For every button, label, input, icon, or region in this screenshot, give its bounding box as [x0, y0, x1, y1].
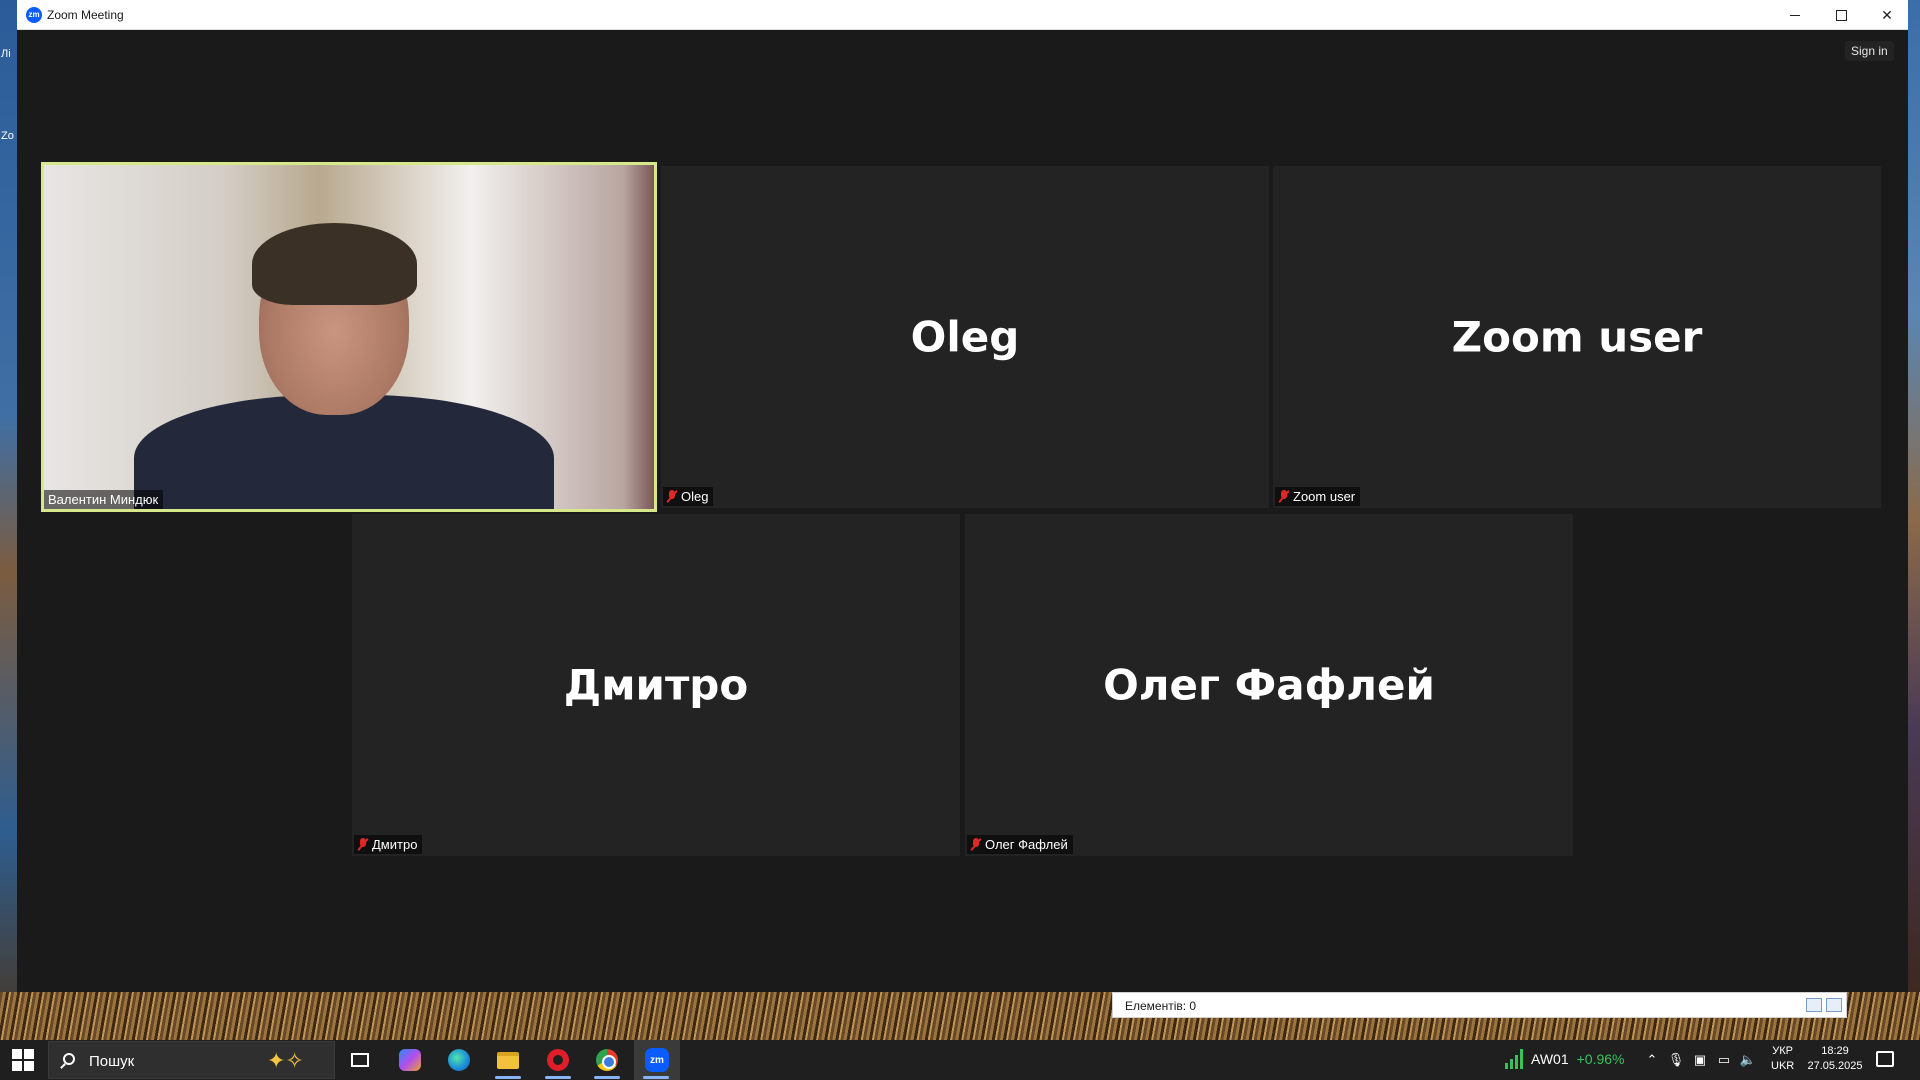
details-view-button[interactable] [1806, 998, 1822, 1012]
chrome-button[interactable] [585, 1040, 629, 1080]
system-tray: ⌃ 🎙 ▣ ▭ 🔈 [1645, 1040, 1757, 1080]
task-view-icon [351, 1053, 369, 1067]
copilot-button[interactable] [388, 1040, 432, 1080]
copilot-icon [399, 1049, 421, 1071]
mic-muted-icon [1279, 490, 1289, 503]
windows-taskbar: Пошук ✦✧ zm AW01 +0.96% ⌃ 🎙 ▣ ▭ 🔈 УКР UK… [0, 1040, 1920, 1080]
video-person-hair [252, 223, 417, 305]
clock[interactable]: 18:29 27.05.2025 [1805, 1044, 1865, 1074]
participant-name-label: Валентин Миндюк [44, 490, 164, 509]
tiles-view-button[interactable] [1826, 998, 1842, 1012]
participant-name-label: Дмитро [354, 835, 423, 854]
zoom-meeting-window: zm Zoom Meeting ✕ Sign in Валентин Миндю… [17, 0, 1908, 992]
file-explorer-button[interactable] [486, 1040, 530, 1080]
participant-tile-video[interactable]: Валентин Миндюк [41, 162, 657, 512]
participant-display-name: Олег Фафлей [1103, 660, 1435, 710]
chrome-icon [596, 1049, 618, 1071]
search-icon [63, 1053, 75, 1065]
folder-icon [497, 1051, 519, 1069]
microphone-icon[interactable]: 🎙 [1668, 1052, 1685, 1067]
participant-name-label: Zoom user [1275, 487, 1361, 506]
opera-icon [547, 1049, 569, 1071]
desktop-right-edge [1908, 0, 1920, 1040]
stock-change: +0.96% [1576, 1051, 1625, 1067]
camera-icon[interactable]: ▣ [1693, 1052, 1707, 1067]
maximize-button[interactable] [1818, 0, 1864, 30]
file-explorer-status-bar: Елементів: 0 [1112, 992, 1847, 1018]
participant-tile[interactable]: Oleg Oleg [661, 166, 1269, 508]
window-title: Zoom Meeting [47, 8, 124, 22]
desktop-left-edge: Лі Zo [0, 0, 17, 1040]
edge-icon [448, 1049, 470, 1071]
participant-name-label: Олег Фафлей [967, 835, 1073, 854]
mic-muted-icon [667, 490, 677, 503]
mic-muted-icon [971, 838, 981, 851]
start-button[interactable] [8, 1048, 38, 1072]
minimize-icon [1790, 14, 1800, 16]
stock-chart-icon [1505, 1049, 1523, 1069]
minimize-button[interactable] [1772, 0, 1818, 30]
close-icon: ✕ [1881, 6, 1893, 23]
search-placeholder: Пошук [89, 1053, 135, 1070]
title-bar[interactable]: zm Zoom Meeting ✕ [17, 0, 1908, 30]
participant-display-name: Дмитро [563, 660, 749, 710]
search-highlight-icon: ✦✧ [267, 1048, 304, 1073]
participant-display-name: Oleg [910, 312, 1020, 362]
taskbar-search-box[interactable]: Пошук ✦✧ [48, 1041, 335, 1079]
participant-display-name: Zoom user [1451, 312, 1703, 362]
participant-tile[interactable]: Олег Фафлей Олег Фафлей [965, 514, 1573, 856]
language-indicator[interactable]: УКР UKR [1771, 1044, 1794, 1074]
edge-button[interactable] [437, 1040, 481, 1080]
clock-date: 27.05.2025 [1807, 1060, 1863, 1072]
maximize-icon [1835, 9, 1847, 21]
chevron-up-icon[interactable]: ⌃ [1645, 1052, 1659, 1067]
participant-tile[interactable]: Zoom user Zoom user [1273, 166, 1881, 508]
stock-ticker: AW01 [1531, 1051, 1569, 1067]
participant-tile[interactable]: Дмитро Дмитро [352, 514, 960, 856]
opera-button[interactable] [536, 1040, 580, 1080]
volume-icon[interactable]: 🔈 [1740, 1052, 1756, 1067]
mic-muted-icon [358, 838, 368, 851]
sign-in-button[interactable]: Sign in [1845, 41, 1894, 61]
participant-name-label: Oleg [663, 487, 714, 506]
stock-widget[interactable]: AW01 +0.96% [1505, 1049, 1624, 1069]
zoom-icon: zm [645, 1048, 669, 1072]
network-icon[interactable]: ▭ [1717, 1052, 1731, 1067]
close-button[interactable]: ✕ [1864, 0, 1910, 30]
items-count: Елементів: 0 [1125, 999, 1197, 1013]
clock-time: 18:29 [1821, 1045, 1849, 1057]
task-view-button[interactable] [338, 1040, 382, 1080]
notification-center-icon[interactable] [1876, 1051, 1894, 1067]
zoom-taskbar-button[interactable]: zm [634, 1040, 680, 1080]
zoom-logo-icon: zm [26, 7, 42, 23]
